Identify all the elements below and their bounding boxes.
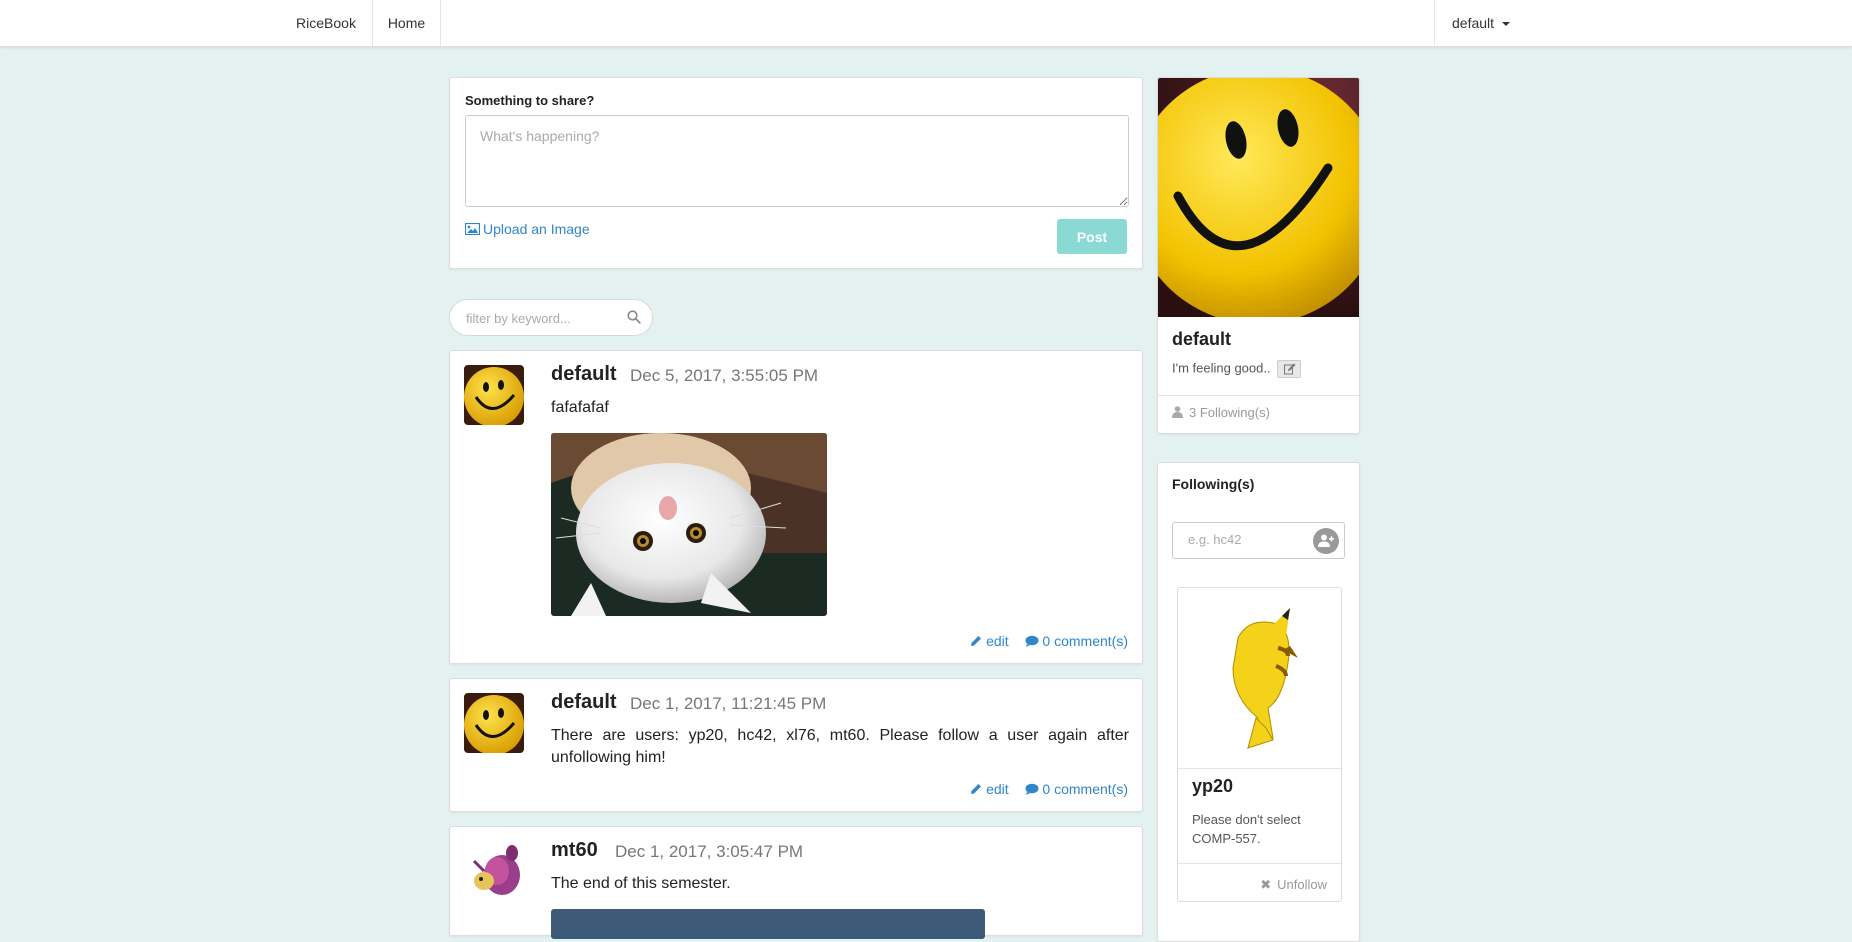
nav-home-link[interactable]: Home [372, 0, 441, 46]
post-author: default [551, 691, 617, 713]
friend-name: yp20 [1192, 776, 1234, 796]
pencil-icon [971, 636, 982, 646]
post-text: There are users: yp20, hc42, xl76, mt60.… [551, 727, 1129, 766]
caret-down-icon [1502, 22, 1511, 27]
post-card: default Dec 1, 2017, 11:21:45 PM There a… [449, 678, 1143, 812]
post-actions: edit 0 comment(s) [958, 633, 1128, 649]
post-author: mt60 [551, 839, 598, 861]
profile-status: I'm feeling good.. [1172, 360, 1302, 378]
share-textarea[interactable] [465, 115, 1129, 207]
follow-input-box [1172, 522, 1345, 559]
upload-image-label: Upload an Image [483, 221, 590, 237]
top-navbar: RiceBook Home default [0, 0, 1852, 47]
friend-status: Please don't select COMP-557. [1192, 812, 1301, 846]
unfollow-label: Unfollow [1277, 877, 1327, 892]
comment-icon [1025, 635, 1039, 647]
filter-box [449, 299, 653, 336]
following-count-label: 3 Following(s) [1189, 405, 1270, 420]
close-icon: ✖ [1260, 877, 1272, 892]
author-avatar[interactable] [464, 693, 524, 753]
divider [1178, 768, 1341, 769]
post-date: Dec 5, 2017, 3:55:05 PM [630, 366, 819, 385]
share-label: Something to share? [465, 93, 595, 108]
comments-label: 0 comment(s) [1042, 781, 1128, 797]
following-panel: Following(s) yp20 Please don't sele [1157, 462, 1360, 942]
author-avatar[interactable] [464, 365, 524, 425]
comments-button[interactable]: 0 comment(s) [1025, 633, 1128, 649]
user-dropdown-label: default [1452, 15, 1495, 31]
share-panel: Something to share? Upload an Image Post [449, 77, 1143, 269]
user-icon [1172, 406, 1183, 418]
post-image [551, 909, 985, 939]
post-date: Dec 1, 2017, 3:05:47 PM [615, 842, 804, 861]
edit-label: edit [986, 781, 1009, 797]
edit-label: edit [986, 633, 1009, 649]
divider [1158, 395, 1359, 396]
edit-status-button[interactable] [1277, 360, 1302, 378]
image-icon [464, 222, 481, 236]
author-avatar[interactable] [464, 841, 524, 901]
following-count: 3 Following(s) [1172, 405, 1270, 420]
post-image [551, 433, 827, 616]
filter-input[interactable] [464, 308, 614, 328]
post-text: fafafafaf [551, 399, 609, 416]
friend-avatar[interactable] [1178, 588, 1341, 768]
post-text: The end of this semester. [551, 875, 731, 892]
friend-card: yp20 Please don't select COMP-557. ✖ Unfo… [1177, 587, 1342, 902]
comments-label: 0 comment(s) [1042, 633, 1128, 649]
add-user-button[interactable] [1313, 528, 1339, 554]
post-date: Dec 1, 2017, 11:21:45 PM [630, 694, 827, 713]
post-card: default Dec 5, 2017, 3:55:05 PM fafafafa… [449, 350, 1143, 664]
search-icon[interactable] [627, 310, 641, 324]
post-author: default [551, 363, 617, 385]
divider [1178, 863, 1341, 864]
brand-link[interactable]: RiceBook [280, 0, 372, 46]
profile-avatar[interactable] [1158, 78, 1359, 317]
following-title: Following(s) [1172, 476, 1255, 492]
profile-name: default [1172, 329, 1232, 349]
post-button[interactable]: Post [1057, 219, 1127, 254]
profile-status-text: I'm feeling good.. [1172, 360, 1271, 376]
comment-icon [1025, 783, 1039, 795]
edit-icon [1284, 363, 1296, 375]
edit-post-button[interactable]: edit [970, 781, 1012, 797]
comments-button[interactable]: 0 comment(s) [1025, 781, 1128, 797]
upload-image-link[interactable]: Upload an Image [464, 221, 590, 237]
pencil-icon [971, 784, 982, 794]
post-actions: edit 0 comment(s) [958, 781, 1128, 797]
user-dropdown[interactable]: default [1434, 0, 1524, 46]
profile-card: default I'm feeling good.. 3 Following(s… [1157, 77, 1360, 434]
add-user-icon [1318, 534, 1334, 547]
unfollow-button[interactable]: ✖ Unfollow [1260, 877, 1327, 893]
follow-user-input[interactable] [1186, 531, 1306, 548]
edit-post-button[interactable]: edit [970, 633, 1012, 649]
